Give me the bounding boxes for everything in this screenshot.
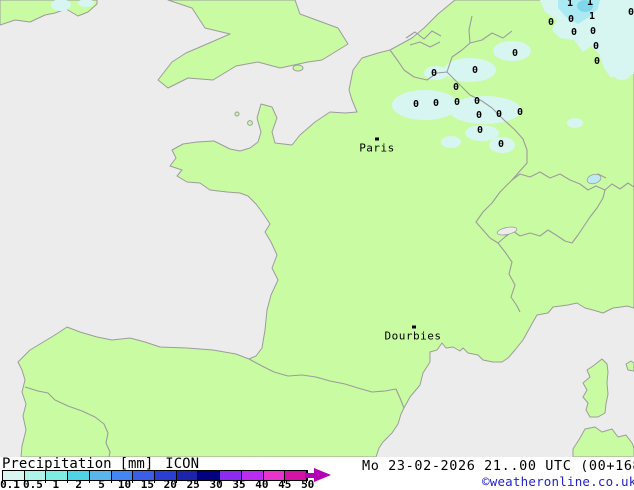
scale-tick (45, 470, 47, 483)
map-svg (0, 0, 634, 457)
scale-tick (132, 470, 134, 483)
scale-tick (67, 470, 69, 483)
channel-island-1 (234, 111, 240, 117)
scale-tick-label-0.1: 0.1 (0, 478, 20, 490)
scale-tick-label-25: 25 (186, 478, 200, 490)
precip-area-dark-spot (577, 0, 593, 12)
scale-tick-label-5: 5 (98, 478, 105, 490)
scale-tick (88, 470, 90, 483)
scale-tick-label-20: 20 (163, 478, 177, 490)
scale-tick-label-45: 45 (278, 478, 292, 490)
scale-tick (110, 470, 112, 483)
legend-bar: Precipitation [mm] ICON 0.1 0.5 1 2 5 10 15 20 25 3… (0, 456, 634, 490)
scale-tick-label-50: 50 (301, 478, 315, 490)
precip-blob (424, 66, 448, 80)
isle-of-wight (292, 64, 304, 72)
scale-tick (154, 470, 155, 483)
precip-blob (392, 90, 458, 120)
scale-tick-label-0.5: 0.5 (22, 478, 43, 490)
precip-blob (444, 58, 496, 82)
precip-blob (441, 136, 461, 148)
scale-tick-label-1: 1 (52, 478, 60, 490)
scale-tick-label-35: 35 (232, 478, 246, 490)
channel-island-2 (247, 120, 253, 126)
scale-tick-label-2: 2 (75, 478, 82, 490)
copyright-link[interactable]: ©weatheronline.co.uk (482, 474, 634, 489)
precip-blob (567, 118, 583, 128)
precip-blob (465, 125, 499, 141)
precipitation-map: 1 1 0 0 0 1 0 0 0 0 0 0 0 0 0 0 0 0 0 0 0 0 0 Paris Dourbies (0, 0, 634, 457)
forecast-timestamp: Mo 23-02-2026 21..00 UTC (00+168 (362, 458, 634, 474)
precip-blob (613, 66, 631, 80)
precip-blob (489, 137, 515, 153)
scale-overflow-arrow-icon (314, 468, 331, 482)
scale-tick-label-10: 10 (117, 478, 132, 490)
precip-blob (449, 96, 521, 124)
scale-tick-label-40: 40 (255, 478, 269, 490)
weather-map-screen: 1 1 0 0 0 1 0 0 0 0 0 0 0 0 0 0 0 0 0 0 0 0 0 Paris Dourbies Pre… (0, 0, 634, 490)
precip-blob (493, 41, 531, 61)
scale-tick-label-15: 15 (140, 478, 155, 490)
scale-tick-label-30: 30 (209, 478, 223, 490)
